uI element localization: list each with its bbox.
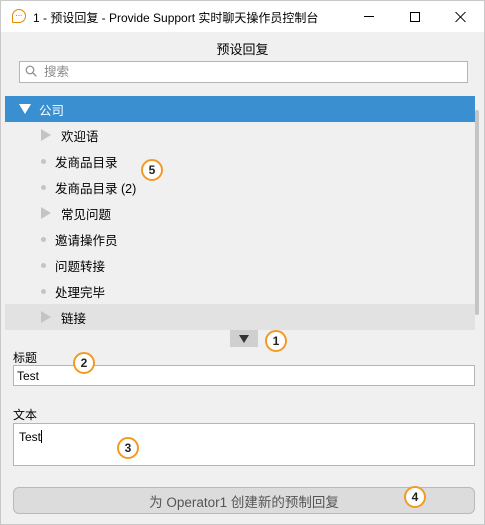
- callout-marker-2: 2: [73, 352, 95, 374]
- search-icon: [25, 65, 37, 77]
- window-title: 1 - 预设回复 - Provide Support 实时聊天操作员控制台: [33, 11, 319, 25]
- tree-item-resolved[interactable]: 处理完毕: [5, 278, 475, 304]
- search-input[interactable]: [44, 63, 464, 81]
- tree-item-label: 链接: [61, 311, 87, 326]
- title-label: 标题: [13, 351, 38, 365]
- collapse-splitter-button[interactable]: [230, 330, 258, 347]
- canned-responses-window: ··· 1 - 预设回复 - Provide Support 实时聊天操作员控制…: [0, 0, 485, 525]
- text-body-value: Test: [19, 430, 42, 444]
- tree-folder-welcome[interactable]: 欢迎语: [5, 122, 475, 148]
- tree-item-label: 常见问题: [61, 207, 112, 222]
- callout-marker-1: 1: [265, 330, 287, 352]
- tree-folder-links[interactable]: 链接: [5, 304, 475, 330]
- bullet-icon: [41, 236, 46, 242]
- tree-item-label: 邀请操作员: [55, 233, 118, 248]
- chat-bubble-icon: ···: [12, 9, 26, 23]
- tree-item-label: 欢迎语: [61, 129, 99, 144]
- text-label: 文本: [13, 408, 38, 422]
- bullet-icon: [41, 288, 46, 294]
- tree-scrollbar[interactable]: [473, 96, 481, 330]
- collapsed-arrow-icon[interactable]: [41, 311, 51, 323]
- tree-item-label: 公司: [39, 103, 65, 118]
- canned-responses-panel: 预设回复 公司 欢迎语: [1, 32, 484, 524]
- scrollbar-thumb[interactable]: [475, 110, 479, 315]
- down-arrow-icon: [239, 334, 249, 343]
- minimize-button[interactable]: [346, 1, 392, 32]
- tree-folder-faq[interactable]: 常见问题: [5, 200, 475, 226]
- collapsed-arrow-icon[interactable]: [41, 207, 51, 219]
- maximize-button[interactable]: [392, 1, 438, 32]
- text-caret: [41, 430, 43, 443]
- text-body-input[interactable]: Test: [13, 423, 475, 466]
- tree-folder-company[interactable]: 公司: [5, 96, 475, 122]
- tree-item-invite-operator[interactable]: 邀请操作员: [5, 226, 475, 252]
- maximize-icon: [410, 11, 420, 22]
- tree-item-send-catalog[interactable]: 发商品目录: [5, 148, 475, 174]
- callout-marker-3: 3: [117, 437, 139, 459]
- tree-item-label: 问题转接: [55, 259, 106, 274]
- bullet-icon: [41, 158, 46, 164]
- expanded-arrow-icon[interactable]: [19, 104, 31, 114]
- tree-item-label: 发商品目录 (2): [55, 181, 137, 196]
- tree-item-send-catalog-2[interactable]: 发商品目录 (2): [5, 174, 475, 200]
- search-box[interactable]: [19, 61, 468, 83]
- bullet-icon: [41, 262, 46, 268]
- tree-item-label: 处理完毕: [55, 285, 106, 300]
- close-icon: [455, 11, 467, 23]
- panel-title: 预设回复: [216, 42, 269, 57]
- callout-marker-5: 5: [141, 159, 163, 181]
- collapsed-arrow-icon[interactable]: [41, 129, 51, 141]
- close-button[interactable]: [438, 1, 484, 32]
- minimize-icon: [364, 16, 374, 17]
- title-bar[interactable]: ··· 1 - 预设回复 - Provide Support 实时聊天操作员控制…: [1, 1, 484, 32]
- responses-tree[interactable]: 公司 欢迎语 发商品目录 发商品目录 (2) 常见问题 邀请操作员 问题转接 处…: [5, 96, 482, 330]
- callout-marker-4: 4: [404, 486, 426, 508]
- tree-item-label: 发商品目录: [55, 155, 118, 170]
- tree-item-transfer[interactable]: 问题转接: [5, 252, 475, 278]
- bullet-icon: [41, 184, 46, 190]
